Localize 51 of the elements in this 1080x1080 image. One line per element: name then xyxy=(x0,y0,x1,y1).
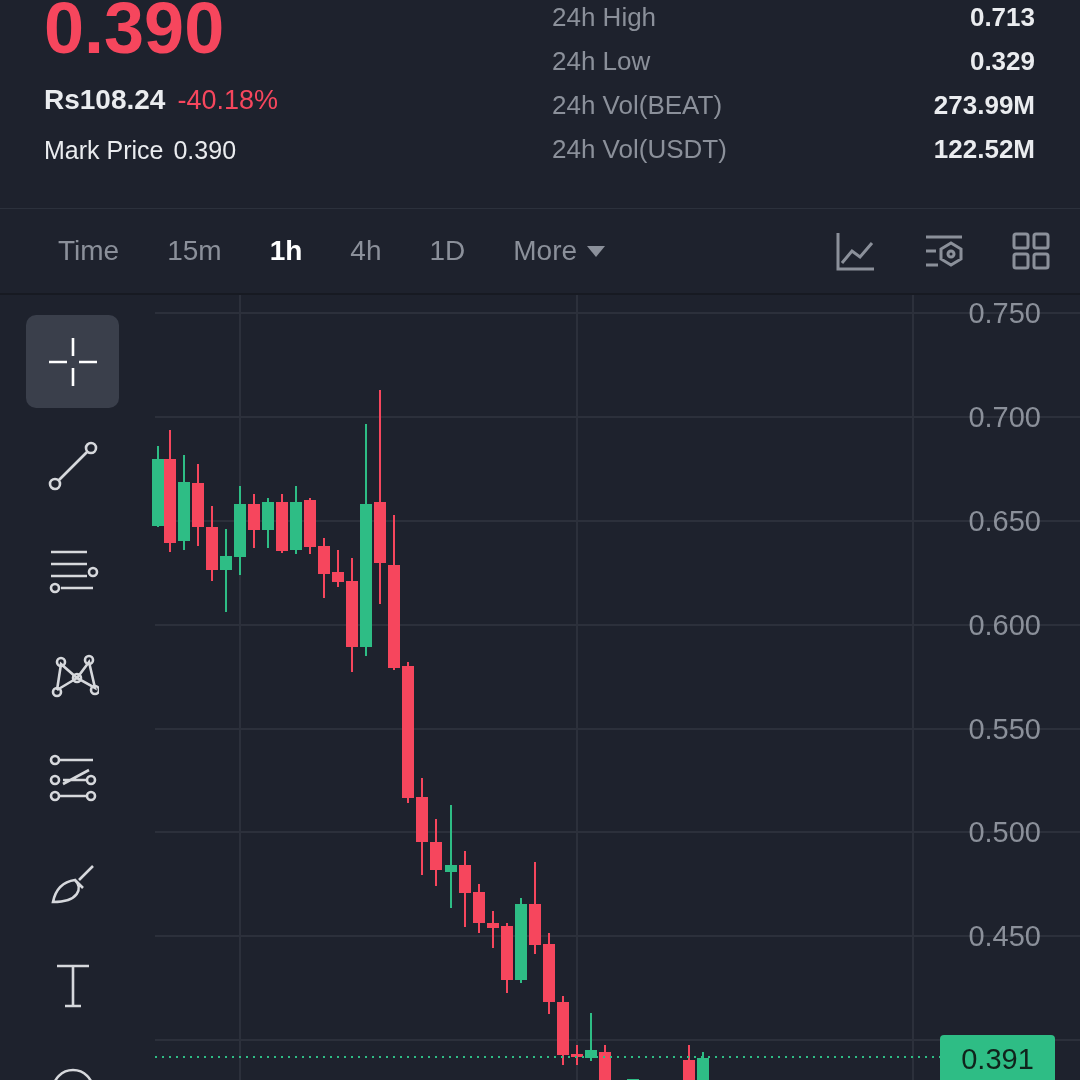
candlestick xyxy=(473,883,485,934)
interval-tab[interactable]: 4h xyxy=(326,229,406,273)
candlestick xyxy=(276,493,288,554)
candlestick xyxy=(318,537,330,599)
price-axis-label: 0.450 xyxy=(968,920,1041,952)
candlestick xyxy=(599,1044,611,1080)
candlestick xyxy=(585,1012,597,1062)
candlestick xyxy=(304,497,316,555)
mark-price-label: Mark Price xyxy=(44,136,164,165)
price-change: -40.18% xyxy=(177,85,278,116)
candlestick xyxy=(627,1078,639,1080)
stat-label: 24h Vol(USDT) xyxy=(552,133,727,165)
candlestick xyxy=(290,485,302,555)
line-chart-icon[interactable] xyxy=(836,231,876,271)
stat-value: 0.713 xyxy=(969,1,1035,33)
candlestick xyxy=(262,497,274,549)
candlestick xyxy=(501,922,513,994)
last-price: 0.390 xyxy=(44,0,225,64)
stat-value: 0.329 xyxy=(969,45,1035,77)
trend-line-icon xyxy=(46,439,99,492)
caret-icon xyxy=(587,245,606,257)
interval-tab[interactable]: 1D xyxy=(405,229,490,273)
candlestick xyxy=(430,818,442,887)
price-axis-label: 0.500 xyxy=(968,816,1041,848)
stat-label: 24h High xyxy=(552,1,657,33)
candlestick xyxy=(487,910,499,949)
crosshair-icon xyxy=(46,335,99,388)
candlestick xyxy=(332,549,344,588)
stat-value: 122.52M xyxy=(933,133,1035,165)
price-axis-label: 0.750 xyxy=(968,297,1041,329)
last-price-tag: 0.391 xyxy=(940,1035,1055,1080)
interval-tab[interactable]: 15m xyxy=(143,229,246,273)
price-axis-label: 0.700 xyxy=(968,401,1041,433)
candlestick xyxy=(683,1044,695,1080)
candlestick xyxy=(248,493,260,549)
price-axis-label: 0.550 xyxy=(968,713,1041,745)
candlestick xyxy=(557,995,569,1066)
interval-tab[interactable]: 1h xyxy=(245,229,327,273)
mark-price: 0.390 xyxy=(173,136,237,165)
candlestick xyxy=(571,1044,583,1066)
interval-tab[interactable]: Time xyxy=(34,229,144,273)
grid-layout-icon[interactable] xyxy=(1012,232,1050,270)
stat-label: 24h Low xyxy=(552,45,651,77)
stat-value: 273.99M xyxy=(933,89,1035,121)
price-axis-label: 0.650 xyxy=(968,505,1041,537)
candlestick xyxy=(697,1051,709,1080)
indicator-settings-icon[interactable] xyxy=(924,233,964,269)
price-axis-label: 0.600 xyxy=(968,609,1041,641)
more-dropdown[interactable]: More xyxy=(489,229,630,273)
stat-label: 24h Vol(BEAT) xyxy=(552,89,723,121)
fiat-price: Rs108.24 xyxy=(44,84,166,116)
